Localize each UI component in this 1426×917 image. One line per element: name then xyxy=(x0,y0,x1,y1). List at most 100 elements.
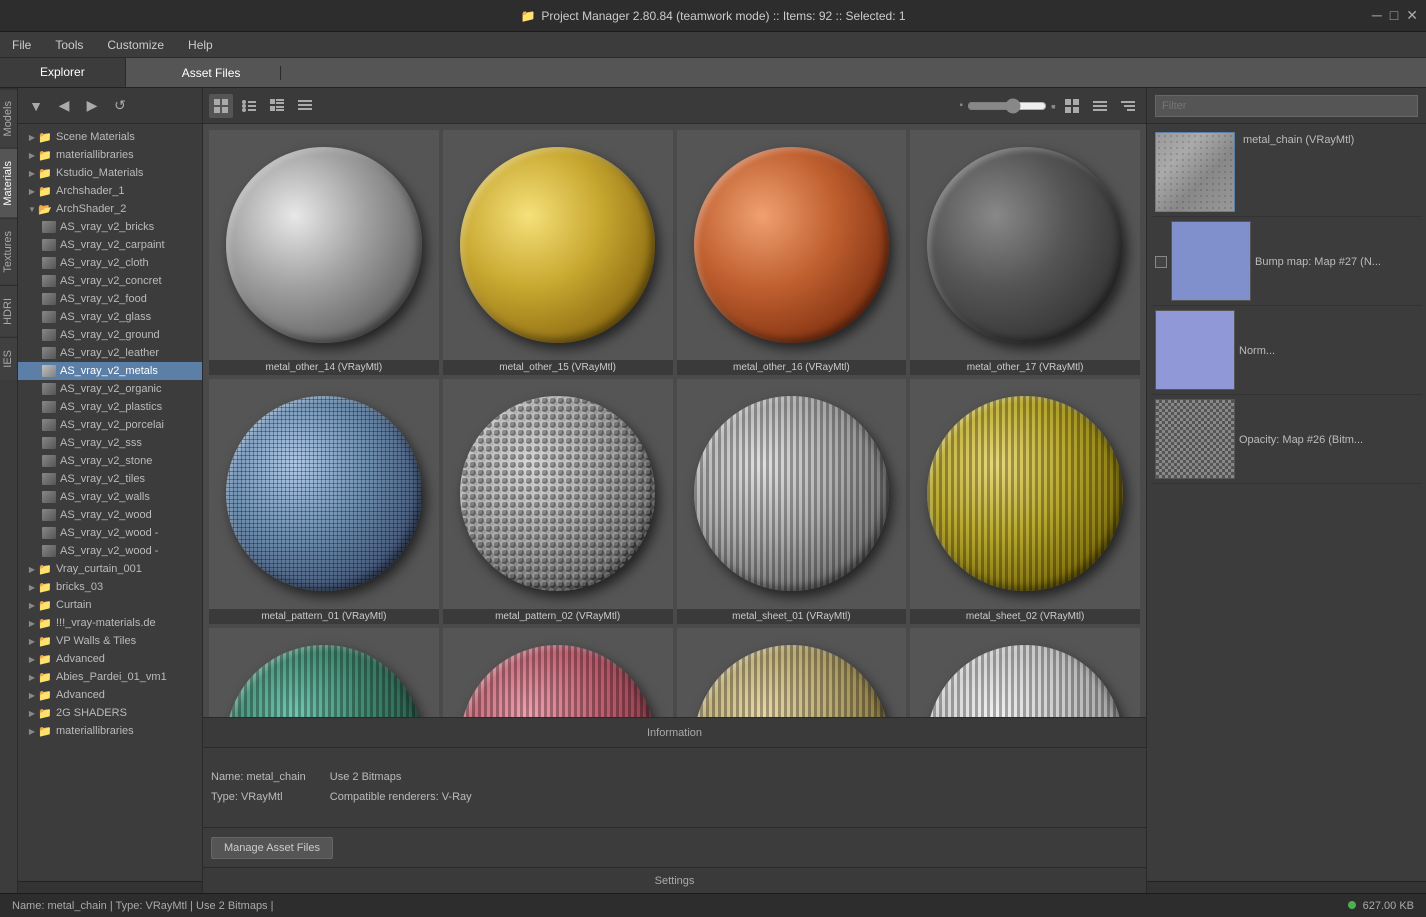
tree-item-advanced2[interactable]: ▶ 📁 Advanced xyxy=(18,686,202,704)
manage-asset-files-button[interactable]: Manage Asset Files xyxy=(211,837,333,859)
side-panel-ies[interactable]: IES xyxy=(0,337,17,380)
nav-dropdown-button[interactable]: ▼ xyxy=(24,94,48,118)
tree-item-advanced1[interactable]: ▶ 📁 Advanced xyxy=(18,650,202,668)
tab-explorer[interactable]: Explorer xyxy=(0,58,126,87)
menu-tools[interactable]: Tools xyxy=(51,36,87,54)
toolbar-btn-2[interactable] xyxy=(237,94,261,118)
tree-view[interactable]: ▶ 📁 Scene Materials ▶ 📁 materiallibrarie… xyxy=(18,124,202,881)
view-list-button[interactable] xyxy=(1088,94,1112,118)
tree-item-bricks[interactable]: AS_vray_v2_bricks xyxy=(18,218,202,236)
info-compatible-line: Compatible renderers: V-Ray xyxy=(330,788,472,808)
nav-back-button[interactable]: ◀ xyxy=(52,94,76,118)
grid-item-metal-teal[interactable]: metal_other_18 (VRayMtl) xyxy=(208,627,440,718)
tree-item-sss[interactable]: AS_vray_v2_sss xyxy=(18,434,202,452)
tree-item-ground[interactable]: AS_vray_v2_ground xyxy=(18,326,202,344)
grid-item-metal-rose[interactable]: metal_other_19 (VRayMtl) xyxy=(442,627,674,718)
grid-item-label: metal_sheet_02 (VRayMtl) xyxy=(910,609,1140,624)
tree-item-archshader2[interactable]: ▼ 📂 ArchShader_2 xyxy=(18,200,202,218)
tree-item-leather[interactable]: AS_vray_v2_leather xyxy=(18,344,202,362)
asset-item-metal-chain[interactable]: metal_chain (VRayMtl) xyxy=(1151,128,1422,217)
tree-item-scene-materials[interactable]: ▶ 📁 Scene Materials xyxy=(18,128,202,146)
tree-item-materiallibraries[interactable]: ▶ 📁 materiallibraries xyxy=(18,146,202,164)
grid-item-metal-other-15[interactable]: metal_other_15 (VRayMtl) xyxy=(442,129,674,376)
view-grid-button[interactable] xyxy=(1060,94,1084,118)
asset-content[interactable]: metal_chain (VRayMtl) Bump map: Map #27 … xyxy=(1147,124,1426,881)
menu-file[interactable]: File xyxy=(8,36,35,54)
grid-item-metal-pattern-02[interactable]: metal_pattern_02 (VRayMtl) xyxy=(442,378,674,625)
tree-item-porcelain[interactable]: AS_vray_v2_porcelai xyxy=(18,416,202,434)
grid-item-metal-other-14[interactable]: metal_other_14 (VRayMtl) xyxy=(208,129,440,376)
menu-customize[interactable]: Customize xyxy=(103,36,168,54)
tree-item-walls[interactable]: AS_vray_v2_walls xyxy=(18,488,202,506)
tree-item-organic[interactable]: AS_vray_v2_organic xyxy=(18,380,202,398)
grid-item-metal-other-17[interactable]: metal_other_17 (VRayMtl) xyxy=(909,129,1141,376)
app-icon: 📁 xyxy=(520,9,535,23)
grid-item-metal-sheet-02[interactable]: metal_sheet_02 (VRayMtl) xyxy=(909,378,1141,625)
tree-item-carpaint[interactable]: AS_vray_v2_carpaint xyxy=(18,236,202,254)
grid-item-label: metal_pattern_02 (VRayMtl) xyxy=(443,609,673,624)
info-name-line: Name: metal_chain xyxy=(211,768,306,788)
tree-item-wood1[interactable]: AS_vray_v2_wood xyxy=(18,506,202,524)
expand-arrow: ▶ xyxy=(26,131,38,143)
expand-arrow: ▶ xyxy=(26,581,38,593)
toolbar-btn-3[interactable] xyxy=(265,94,289,118)
nav-refresh-button[interactable]: ↺ xyxy=(108,94,132,118)
material-icon xyxy=(42,365,56,377)
material-ball xyxy=(460,147,655,342)
tree-item-wood2[interactable]: AS_vray_v2_wood - xyxy=(18,524,202,542)
titlebar-controls[interactable]: ─ □ ✕ xyxy=(1372,7,1418,24)
asset-scrollbar-horizontal[interactable] xyxy=(1147,881,1426,893)
menu-help[interactable]: Help xyxy=(184,36,217,54)
tree-item-curtain[interactable]: ▶ 📁 Curtain xyxy=(18,596,202,614)
tree-item-wood3[interactable]: AS_vray_v2_wood - xyxy=(18,542,202,560)
toolbar-btn-4[interactable] xyxy=(293,94,317,118)
grid-item-metal-light-silver[interactable]: metal_other_21 (VRayMtl) xyxy=(909,627,1141,718)
side-panel-hdri[interactable]: HDRI xyxy=(0,285,17,337)
tree-item-materiallib2[interactable]: ▶ 📁 materiallibraries xyxy=(18,722,202,740)
tree-item-abies[interactable]: ▶ 📁 Abies_Pardei_01_vm1 xyxy=(18,668,202,686)
side-panel-models[interactable]: Models xyxy=(0,88,17,148)
tree-item-tiles[interactable]: AS_vray_v2_tiles xyxy=(18,470,202,488)
tab-asset-files[interactable]: Asset Files xyxy=(142,66,282,80)
grid-toolbar-right: ▪ ▪ xyxy=(959,94,1140,118)
tree-item-food[interactable]: AS_vray_v2_food xyxy=(18,290,202,308)
size-slider[interactable] xyxy=(967,98,1047,114)
asset-filter-input[interactable] xyxy=(1155,95,1418,117)
status-dot xyxy=(1348,901,1356,909)
tree-item-concret[interactable]: AS_vray_v2_concret xyxy=(18,272,202,290)
grid-item-metal-sheet-01[interactable]: metal_sheet_01 (VRayMtl) xyxy=(676,378,908,625)
asset-item-opacity[interactable]: Opacity: Map #26 (Bitm... xyxy=(1151,395,1422,484)
grid-item-metal-champagne[interactable]: metal_other_20 (VRayMtl) xyxy=(676,627,908,718)
close-button[interactable]: ✕ xyxy=(1406,7,1418,24)
tree-item-archshader1[interactable]: ▶ 📁 Archshader_1 xyxy=(18,182,202,200)
grid-item-metal-other-16[interactable]: metal_other_16 (VRayMtl) xyxy=(676,129,908,376)
tree-item-vp-walls[interactable]: ▶ 📁 VP Walls & Tiles xyxy=(18,632,202,650)
expand-arrow: ▶ xyxy=(26,635,38,647)
grid-item-metal-pattern-01[interactable]: metal_pattern_01 (VRayMtl) xyxy=(208,378,440,625)
toolbar-btn-1[interactable] xyxy=(209,94,233,118)
tree-item-cloth[interactable]: AS_vray_v2_cloth xyxy=(18,254,202,272)
side-panel-materials[interactable]: Materials xyxy=(0,148,17,218)
material-grid[interactable]: metal_other_14 (VRayMtl) metal_other_15 … xyxy=(203,124,1146,717)
side-panel-textures[interactable]: Textures xyxy=(0,218,17,285)
tree-item-vray-mat[interactable]: ▶ 📁 !!!_vray-materials.de xyxy=(18,614,202,632)
tree-item-vray-curtain[interactable]: ▶ 📁 Vray_curtain_001 xyxy=(18,560,202,578)
tree-item-glass[interactable]: AS_vray_v2_glass xyxy=(18,308,202,326)
material-icon xyxy=(42,239,56,251)
asset-item-bump-map[interactable]: Bump map: Map #27 (N... xyxy=(1151,217,1422,306)
material-icon xyxy=(42,455,56,467)
maximize-button[interactable]: □ xyxy=(1390,7,1398,24)
tree-item-kstudio[interactable]: ▶ 📁 Kstudio_Materials xyxy=(18,164,202,182)
view-options-button[interactable] xyxy=(1116,94,1140,118)
tree-item-stone[interactable]: AS_vray_v2_stone xyxy=(18,452,202,470)
map-checkbox[interactable] xyxy=(1155,256,1167,268)
asset-item-normal[interactable]: Norm... xyxy=(1151,306,1422,395)
tree-item-2g-shaders[interactable]: ▶ 📁 2G SHADERS xyxy=(18,704,202,722)
material-icon xyxy=(42,347,56,359)
tree-item-bricks03[interactable]: ▶ 📁 bricks_03 xyxy=(18,578,202,596)
tree-scrollbar-horizontal[interactable] xyxy=(18,881,202,893)
tree-item-plastics[interactable]: AS_vray_v2_plastics xyxy=(18,398,202,416)
nav-forward-button[interactable]: ▶ xyxy=(80,94,104,118)
tree-item-metals[interactable]: AS_vray_v2_metals xyxy=(18,362,202,380)
minimize-button[interactable]: ─ xyxy=(1372,7,1382,24)
